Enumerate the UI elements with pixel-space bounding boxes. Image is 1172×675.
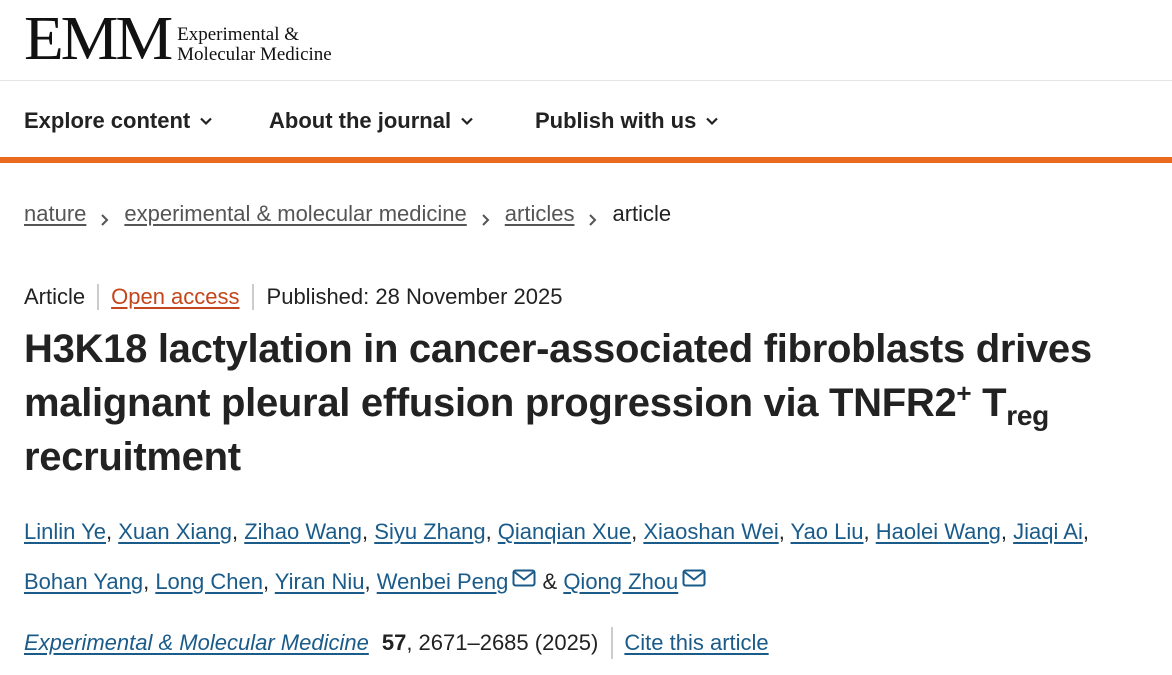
author-separator: ,: [1082, 519, 1089, 544]
pages-year: , 2671–2685 (2025): [406, 630, 599, 655]
cite-this-article-link[interactable]: Cite this article: [624, 630, 768, 656]
open-access-link[interactable]: Open access: [97, 284, 254, 310]
title-part3: recruitment: [24, 435, 241, 479]
title-part2: T: [971, 381, 1007, 425]
author-link[interactable]: Jiaqi Ai: [1013, 519, 1083, 544]
nav-label: About the journal: [269, 108, 452, 133]
nav-label: Publish with us: [535, 108, 697, 133]
chevron-right-icon: [481, 207, 491, 226]
author-separator: ,: [105, 519, 119, 544]
logo-line-1: Experimental &: [177, 24, 300, 45]
author-link[interactable]: Yao Liu: [791, 519, 864, 544]
author-link[interactable]: Wenbei Peng: [377, 569, 509, 594]
article-meta: Article Open access Published: 28 Novemb…: [24, 284, 563, 310]
email-icon[interactable]: [512, 556, 536, 587]
author-separator: ,: [778, 519, 791, 544]
author-link[interactable]: Siyu Zhang: [374, 519, 485, 544]
breadcrumb-journal[interactable]: experimental & molecular medicine: [124, 201, 466, 227]
author-separator: ,: [863, 519, 876, 544]
breadcrumb: nature experimental & molecular medicine…: [24, 201, 671, 227]
logo-line-2: Molecular Medicine: [177, 44, 332, 65]
nav-about-journal[interactable]: About the journal: [269, 108, 474, 134]
author-link[interactable]: Qiong Zhou: [563, 569, 678, 594]
author-link[interactable]: Long Chen: [155, 569, 263, 594]
chevron-down-icon: [199, 114, 213, 128]
nav-publish-with-us[interactable]: Publish with us: [535, 108, 719, 134]
chevron-down-icon: [460, 114, 474, 128]
author-separator: ,: [364, 569, 377, 594]
author-separator: &: [536, 569, 564, 594]
chevron-right-icon: [100, 207, 110, 226]
citation-line: Experimental & Molecular Medicine 57 , 2…: [24, 627, 769, 659]
author-link[interactable]: Yiran Niu: [275, 569, 365, 594]
article-title: H3K18 lactylation in cancer-associated f…: [24, 322, 1134, 484]
title-superscript: +: [956, 378, 972, 408]
main-nav: Explore content About the journal Publis…: [0, 81, 1172, 163]
author-separator: ,: [143, 569, 156, 594]
author-separator: ,: [1000, 519, 1014, 544]
logo-text: Experimental & Molecular Medicine: [177, 25, 332, 65]
author-link[interactable]: Linlin Ye: [24, 519, 106, 544]
author-list: Linlin Ye, Xuan Xiang, Zihao Wang, Siyu …: [24, 508, 1149, 606]
journal-logo[interactable]: EMM Experimental & Molecular Medicine: [24, 5, 332, 73]
volume: 57: [381, 630, 407, 655]
author-link[interactable]: Zihao Wang: [244, 519, 362, 544]
author-link[interactable]: Qianqian Xue: [498, 519, 631, 544]
author-separator: ,: [362, 519, 375, 544]
breadcrumb-articles[interactable]: articles: [505, 201, 575, 227]
chevron-right-icon: [588, 207, 598, 226]
title-main: H3K18 lactylation in cancer-associated f…: [24, 327, 1092, 425]
logo-mark: EMM: [24, 5, 173, 73]
chevron-down-icon: [705, 114, 719, 128]
author-link[interactable]: Xiaoshan Wei: [643, 519, 778, 544]
nav-explore-content[interactable]: Explore content: [24, 108, 213, 134]
title-subscript: reg: [1006, 400, 1049, 431]
email-icon[interactable]: [682, 556, 706, 587]
author-separator: ,: [262, 569, 275, 594]
author-link[interactable]: Haolei Wang: [876, 519, 1001, 544]
divider: [611, 627, 614, 659]
site-header: EMM Experimental & Molecular Medicine: [0, 0, 1172, 81]
article-type: Article: [24, 284, 86, 309]
author-separator: ,: [631, 519, 644, 544]
author-separator: ,: [485, 519, 498, 544]
author-separator: ,: [231, 519, 245, 544]
breadcrumb-nature[interactable]: nature: [24, 201, 86, 227]
author-link[interactable]: Bohan Yang: [24, 569, 143, 594]
author-link[interactable]: Xuan Xiang: [118, 519, 232, 544]
journal-link[interactable]: Experimental & Molecular Medicine: [24, 630, 369, 656]
breadcrumb-current: article: [612, 201, 672, 226]
published-date: Published: 28 November 2025: [266, 284, 563, 309]
nav-label: Explore content: [24, 108, 191, 133]
